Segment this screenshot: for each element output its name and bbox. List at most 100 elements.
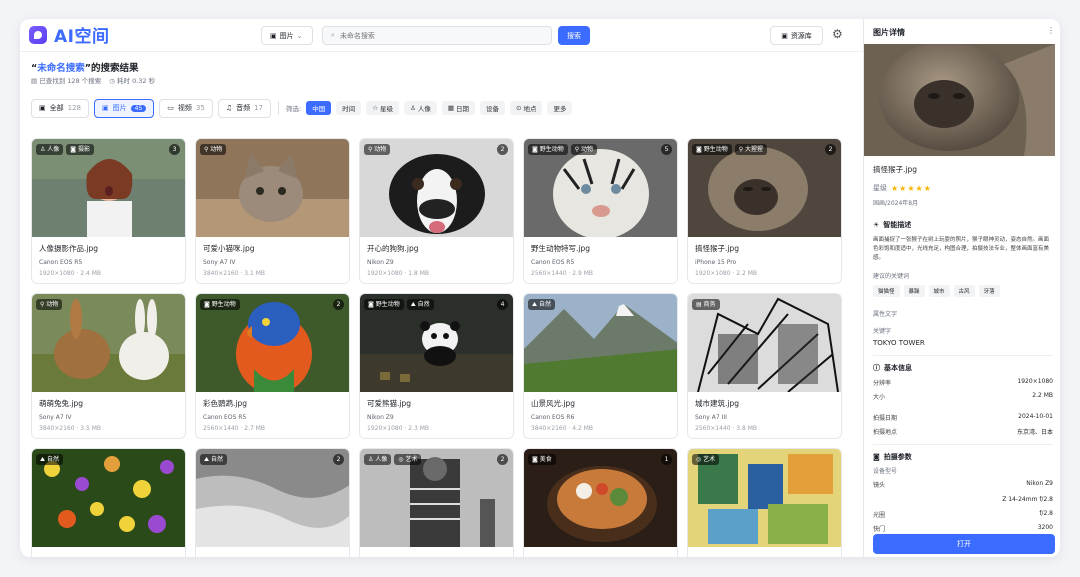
result-card[interactable]: ▤ 商务 城市建筑.jpg Sony A7 III 2560×1440 · 3.8 M…	[687, 293, 842, 439]
filter-chip-china[interactable]: 中国	[306, 101, 332, 115]
param-value: Z 14-24mm f/2.8	[1002, 496, 1053, 503]
keyword-tag[interactable]: 暴躁	[903, 285, 925, 297]
type-tabs: ▣ 全部 128 ▣ 图片 45 ▭ 视频 35 ♫ 音频 17 筛选: 中国	[31, 98, 573, 118]
shoot-param-row: 镜头 Nikon Z9	[873, 480, 1053, 489]
result-card[interactable]: ⛰ 自然	[31, 448, 186, 557]
card-count-badge: 2	[333, 454, 344, 465]
result-card[interactable]: ⚲ 动物 可爱小猫咪.jpg Sony A7 IV 3840×2160 · 3.1 M…	[195, 138, 350, 284]
card-count-badge: 1	[661, 454, 672, 465]
card-device: Canon EOS R5	[531, 259, 575, 266]
results-query: 未命名搜索	[37, 63, 85, 74]
search-button[interactable]: 搜索	[558, 26, 590, 45]
card-file-name: 搞怪猴子.jpg	[695, 244, 739, 253]
basic-info-row: 拍摄日期 2024-10-01	[873, 413, 1053, 422]
result-card[interactable]: ◙ 野生动物 2 彩色鹦鹉.jpg Canon EOS R5 2560×1440 · 2…	[195, 293, 350, 439]
filter-chip-date[interactable]: ▦ 日期	[441, 101, 476, 115]
card-specs: 1920×1080 · 2.2 MB	[695, 270, 758, 277]
rating-stars[interactable]: ★★★★★	[891, 184, 932, 193]
result-card[interactable]: ◙ 野生动物 ⚲ 动物 5 野生动物特写.jpg Canon EOS R5 2560×14…	[523, 138, 678, 284]
tab-images[interactable]: ▣ 图片 45	[94, 98, 155, 118]
result-card[interactable]: ⛰ 自然 山景风光.jpg Canon EOS R6 3840×2160 · 4.2 …	[523, 293, 678, 439]
filter-chip-time[interactable]: 时间	[336, 101, 362, 115]
search-input[interactable]	[339, 31, 530, 40]
card-device: iPhone 15 Pro	[695, 259, 737, 266]
detail-panel: 图片详情 ⋮ 搞怪猴子.jpg 星级 ★★★★★ 国画/2024年8月 ☀ 智能描…	[863, 19, 1060, 557]
result-card[interactable]: ⛰ 自然 2	[195, 448, 350, 557]
app-window: AI空间 ▣ 图片 ⌄ ⌕ 搜索 ▣ 资源库 ⚙ “未命名搜索”的搜索结果 ▤ …	[20, 19, 1060, 557]
param-value: Nikon Z9	[1026, 480, 1053, 487]
open-button[interactable]: 打开	[873, 534, 1055, 554]
card-info	[203, 553, 343, 557]
filter-chip-device[interactable]: 设备	[480, 101, 506, 115]
card-info: 搞怪猴子.jpg iPhone 15 Pro 1920×1080 · 2.2 MB	[695, 243, 835, 277]
tab-audio[interactable]: ♫ 音频 17	[217, 98, 272, 118]
search-icon: ⌕	[331, 31, 335, 39]
card-specs: 3840×2160 · 3.5 MB	[39, 425, 102, 432]
basic-info-heading: ⓘ 基本信息	[873, 363, 1053, 373]
tab-count: 35	[195, 104, 205, 112]
card-tag: ♙ 人像	[364, 454, 392, 465]
keyword-tag[interactable]: 城市	[928, 285, 950, 297]
param-key: 镜头	[873, 482, 886, 489]
keyword-tag[interactable]: 猫猫怪	[873, 285, 900, 297]
result-card[interactable]: ◙ 美食 1	[523, 448, 678, 557]
card-tags: ◎ 艺术	[692, 454, 720, 465]
result-card[interactable]: ♙ 人像 ◙ 摄影 3 人像摄影作品.jpg Canon EOS R5 1920×1080…	[31, 138, 186, 284]
detail-title: 图片详情	[873, 28, 905, 37]
filter-chip-portrait[interactable]: ♙ 人像	[404, 101, 437, 115]
tab-videos[interactable]: ▭ 视频 35	[159, 98, 213, 118]
divider	[873, 444, 1053, 445]
result-card[interactable]: ⚲ 动物 萌萌兔兔.jpg Sony A7 IV 3840×2160 · 3.5 MB	[31, 293, 186, 439]
card-specs: 3840×2160 · 3.1 MB	[203, 270, 266, 277]
type-select[interactable]: ▣ 图片 ⌄	[261, 26, 313, 45]
card-tag: ◙ 野生动物	[200, 299, 240, 310]
rating-label: 星级	[873, 184, 887, 192]
star-icon: ☆	[372, 104, 379, 112]
card-tags: ◙ 野生动物	[200, 299, 240, 310]
card-device: Nikon Z9	[367, 414, 394, 421]
search-box[interactable]: ⌕	[322, 26, 552, 45]
keyword-field-value: TOKYO TOWER	[873, 339, 925, 347]
info-key: 拍摄地点	[873, 429, 898, 436]
filter-chip-label: 人像	[417, 105, 431, 113]
card-tags: ◙ 野生动物 ⛰ 自然	[364, 299, 434, 310]
result-card[interactable]: ♙ 人像 ◎ 艺术 2	[359, 448, 514, 557]
keyword-tag[interactable]: 古风	[953, 285, 975, 297]
detail-sub: 国画/2024年8月	[873, 200, 919, 207]
chevron-down-icon: ⌄	[296, 31, 303, 40]
card-device: Sony A7 III	[695, 414, 727, 421]
result-card[interactable]: ⚲ 动物 2 开心的狗狗.jpg Nikon Z9 1920×1080 · 1.8 MB	[359, 138, 514, 284]
tab-all[interactable]: ▣ 全部 128	[31, 98, 89, 118]
type-select-value: 图片	[279, 31, 294, 40]
tab-label: 音频	[236, 104, 251, 112]
info-key: 分辨率	[873, 380, 892, 387]
param-value: f/2.8	[1039, 510, 1053, 517]
shoot-param-row: Z 14-24mm f/2.8	[873, 496, 1053, 503]
card-tag: ⛰ 自然	[528, 299, 555, 310]
result-card[interactable]: ◎ 艺术	[687, 448, 842, 557]
results-meta: ▤ 已查找到 128 个搜索 ◷ 耗时 0.32 秒	[31, 75, 155, 85]
library-button[interactable]: ▣ 资源库	[770, 26, 823, 45]
card-tag: ♙ 人像	[36, 144, 64, 155]
card-info: 城市建筑.jpg Sony A7 III 2560×1440 · 3.8 MB	[695, 398, 835, 432]
music-icon: ♫	[225, 104, 233, 112]
filter-chip-rating[interactable]: ☆ 星级	[366, 101, 400, 115]
result-card[interactable]: ◙ 野生动物 ⛰ 自然 4 可爱熊猫.jpg Nikon Z9 1920×1080 · 2…	[359, 293, 514, 439]
gear-icon[interactable]: ⚙	[832, 27, 843, 41]
logo-icon	[29, 26, 47, 44]
result-card[interactable]: ◙ 野生动物 ⚲ 大猩猩 2 搞怪猴子.jpg iPhone 15 Pro 1920×10…	[687, 138, 842, 284]
tab-count: 45	[130, 104, 147, 112]
card-device: Canon EOS R6	[531, 414, 575, 421]
card-tags: ⚲ 动物	[364, 144, 391, 155]
filter-chip-more[interactable]: 更多	[547, 101, 573, 115]
basic-info-row: 分辨率 1920×1080	[873, 378, 1053, 387]
card-info	[695, 553, 835, 557]
basic-heading-text: 基本信息	[884, 364, 912, 372]
more-icon[interactable]: ⋮	[1047, 26, 1055, 35]
card-tag: ◙ 野生动物	[364, 299, 404, 310]
tab-count: 128	[67, 104, 81, 112]
keyword-tag[interactable]: 牙落	[978, 285, 1000, 297]
filter-chip-location[interactable]: ⊙ 地点	[510, 101, 543, 115]
device-model-label: 设备型号	[873, 468, 898, 475]
info-key: 大小	[873, 394, 886, 401]
